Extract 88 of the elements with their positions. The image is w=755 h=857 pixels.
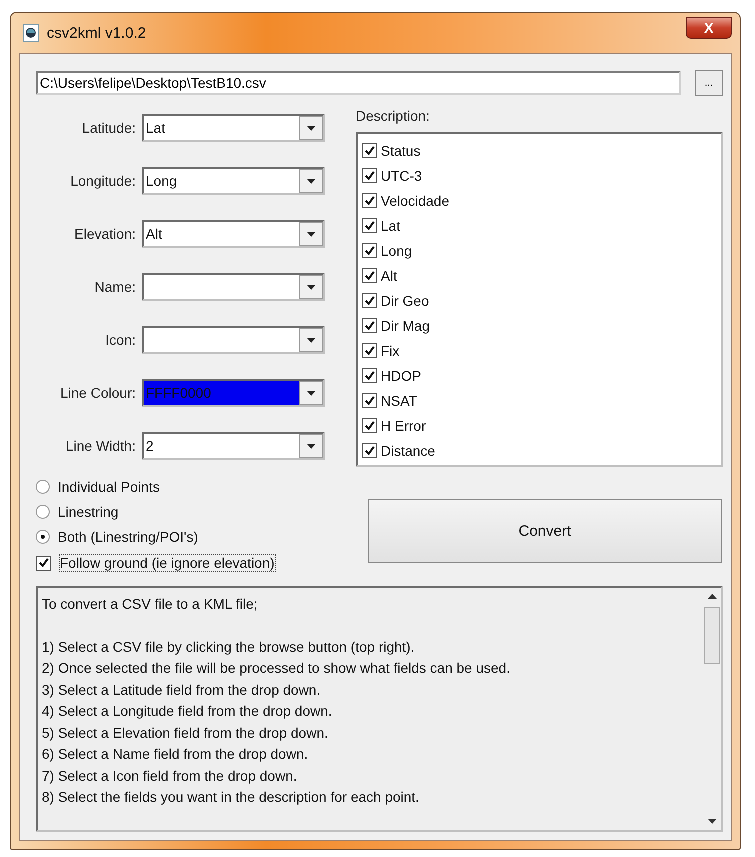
checkbox[interactable]: [362, 393, 377, 408]
checkbox-label: Velocidade: [381, 192, 450, 208]
dropdown[interactable]: Lat: [142, 114, 325, 142]
check-icon: [364, 220, 374, 230]
help-step: 3) Select a Latitude field from the drop down.: [42, 680, 699, 701]
app-icon: [23, 24, 39, 42]
checkbox[interactable]: [362, 293, 377, 308]
window-title: csv2kml v1.0.2: [47, 24, 146, 42]
checkbox-label: H Error: [381, 418, 426, 434]
scrollbar-thumb[interactable]: [704, 607, 720, 664]
field-label: Elevation:: [74, 226, 136, 242]
description-label: Description:: [356, 108, 431, 124]
help-step: 4) Select a Longitude field from the drop down.: [42, 701, 699, 722]
radio-button[interactable]: [36, 505, 50, 519]
check-icon: [364, 270, 374, 280]
dropdown-arrow-icon: [306, 284, 316, 290]
dropdown-arrow-icon: [306, 178, 316, 184]
dropdown-arrow-icon: [306, 444, 316, 448]
checkbox[interactable]: [362, 243, 377, 258]
checkbox[interactable]: [362, 218, 377, 233]
check-icon: [364, 420, 374, 430]
dropdown-value: FFFF0000: [144, 381, 299, 405]
checkbox[interactable]: [362, 368, 377, 383]
check-icon: [364, 196, 374, 206]
scroll-up-icon[interactable]: [708, 594, 716, 599]
help-step: 8) Select the fields you want in the description for each point.: [42, 787, 699, 808]
check-icon: [364, 296, 374, 306]
dropdown[interactable]: Alt: [142, 220, 325, 248]
help-step: 1) Select a CSV file by clicking the browse button (top right).: [42, 636, 699, 658]
checkbox[interactable]: [362, 443, 377, 458]
field-label: Latitude:: [81, 120, 136, 136]
close-button[interactable]: X: [686, 17, 732, 39]
scroll-down-icon[interactable]: [708, 819, 716, 824]
field-label: Longitude:: [70, 173, 136, 189]
help-step: 7) Select a Icon field from the drop down.: [42, 766, 699, 787]
checkbox[interactable]: [362, 268, 377, 283]
checkbox-label: Follow ground (ie ignore elevation): [59, 554, 276, 572]
check-icon: [364, 346, 374, 356]
check-icon: [364, 446, 374, 456]
checkbox-label: UTC-3: [381, 168, 422, 184]
dropdown[interactable]: [142, 273, 325, 301]
checkbox-label: Long: [381, 242, 412, 258]
check-icon: [364, 396, 374, 406]
checkbox[interactable]: [362, 168, 377, 183]
checkbox-label: Fix: [381, 342, 400, 358]
checkbox-label: Lat: [381, 218, 400, 234]
field-label: Icon:: [104, 332, 136, 348]
dropdown[interactable]: [142, 326, 325, 354]
radio-button[interactable]: [36, 480, 50, 494]
file-path-field[interactable]: C:\Users\felipe\Desktop\TestB10.csv: [36, 71, 681, 95]
field-label: Name:: [94, 279, 136, 295]
checkbox[interactable]: [362, 343, 377, 358]
help-intro: To convert a CSV file to a KML file;: [42, 595, 259, 614]
check-icon: [364, 246, 374, 256]
dropdown[interactable]: 2: [142, 432, 325, 460]
field-label: Line Width:: [64, 438, 136, 454]
checkbox[interactable]: [362, 193, 377, 208]
check-icon: [38, 558, 48, 568]
checkbox[interactable]: [362, 318, 377, 333]
checkbox[interactable]: [36, 556, 51, 570]
radio-label: Linestring: [58, 504, 119, 520]
check-icon: [364, 146, 374, 156]
checkbox[interactable]: [362, 418, 377, 433]
dropdown-arrow-icon: [306, 232, 316, 236]
dropdown[interactable]: Long: [142, 167, 325, 195]
checkbox-label: Distance: [381, 442, 436, 458]
radio-label: Individual Points: [58, 479, 160, 495]
help-step: 6) Select a Name field from the drop down.: [42, 744, 699, 766]
field-label: Line Colour:: [60, 385, 136, 401]
checkbox-label: Dir Mag: [381, 318, 430, 334]
check-icon: [364, 170, 374, 180]
help-step: 5) Select a Elevation field from the drop down.: [42, 722, 699, 744]
check-icon: [364, 320, 374, 330]
checkbox-label: NSAT: [381, 392, 418, 408]
help-step: 2) Once selected the file will be processed to show what fields can be used.: [42, 658, 699, 680]
checkbox-label: Alt: [381, 268, 398, 284]
checkbox[interactable]: [362, 143, 377, 158]
checkbox-label: Status: [381, 142, 421, 158]
radio-label: Both (Linestring/POI's): [58, 529, 198, 545]
dropdown-arrow-icon: [306, 390, 316, 396]
convert-button[interactable]: Convert: [368, 499, 722, 563]
checkbox-label: Dir Geo: [381, 292, 430, 308]
radio-button[interactable]: [36, 530, 50, 544]
check-icon: [364, 370, 374, 380]
browse-button[interactable]: ...: [695, 70, 723, 96]
checkbox-label: HDOP: [381, 368, 422, 384]
dropdown-arrow-icon: [306, 126, 316, 130]
dropdown-arrow-icon: [306, 338, 316, 342]
